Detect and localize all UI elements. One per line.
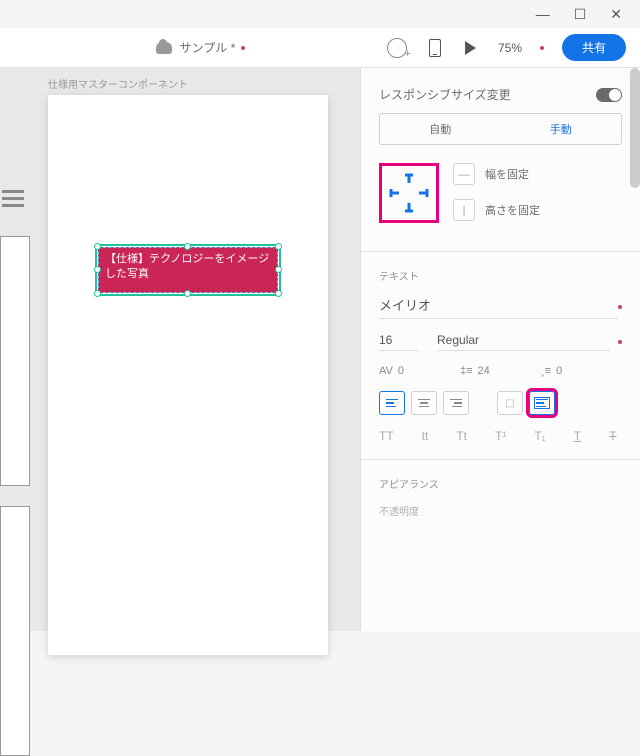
superscript-button[interactable]: T¹ bbox=[495, 429, 506, 443]
appearance-section-title: アピアランス bbox=[379, 476, 622, 491]
selected-element[interactable]: 【仕様】テクノロジーをイメージした写真 bbox=[98, 247, 278, 293]
mobile-preview-icon[interactable] bbox=[429, 39, 441, 57]
canvas-workspace[interactable]: 仕様用マスターコンポーネント 【仕様】テクノロジーをイメージした写真 bbox=[0, 68, 360, 631]
close-button[interactable]: ✕ bbox=[610, 6, 622, 23]
fix-height-button[interactable]: | bbox=[453, 199, 475, 221]
resize-handle-br[interactable] bbox=[275, 290, 282, 297]
share-button[interactable]: 共有 bbox=[562, 34, 626, 61]
resize-handle-ml[interactable] bbox=[94, 266, 101, 273]
fix-width-label: 幅を固定 bbox=[485, 166, 529, 182]
cloud-icon bbox=[156, 42, 172, 54]
artboard-fragment bbox=[0, 236, 30, 486]
override-dot-icon bbox=[618, 340, 622, 344]
responsive-toggle[interactable] bbox=[596, 88, 622, 102]
invite-user-icon[interactable] bbox=[387, 38, 407, 58]
align-right-button[interactable] bbox=[443, 391, 469, 415]
artboard-fragment bbox=[4, 464, 22, 492]
panel-scrollbar[interactable] bbox=[630, 68, 640, 188]
window-titlebar: — ☐ ✕ bbox=[0, 0, 640, 28]
align-center-button[interactable] bbox=[411, 391, 437, 415]
text-area-button[interactable] bbox=[529, 391, 555, 415]
play-icon[interactable] bbox=[465, 41, 476, 55]
subscript-button[interactable]: T₁ bbox=[534, 429, 545, 443]
text-point-button[interactable]: ⬚ bbox=[497, 391, 523, 415]
leading-field[interactable]: ‡≡24 bbox=[460, 365, 541, 377]
resize-handle-tc[interactable] bbox=[184, 243, 191, 250]
status-dot-icon bbox=[241, 46, 245, 50]
font-family-field[interactable]: メイリオ bbox=[379, 295, 618, 319]
artboard-fragment bbox=[0, 506, 30, 756]
properties-panel: レスポンシブサイズ変更 自動 手動 — 幅を固定 | 高さを固定 bbox=[360, 68, 640, 631]
mode-auto[interactable]: 自動 bbox=[380, 114, 501, 144]
tracking-icon: AV bbox=[379, 365, 393, 377]
leading-icon: ‡≡ bbox=[460, 365, 473, 377]
responsive-title: レスポンシブサイズ変更 bbox=[379, 86, 511, 103]
constraint-anchors[interactable] bbox=[379, 163, 439, 223]
lowercase-button[interactable]: tt bbox=[422, 429, 429, 443]
zoom-dot-icon bbox=[540, 46, 544, 50]
responsive-mode-segment[interactable]: 自動 手動 bbox=[379, 113, 622, 145]
opacity-label: 不透明度 bbox=[379, 503, 622, 518]
resize-handle-mr[interactable] bbox=[275, 266, 282, 273]
font-weight-field[interactable]: Regular bbox=[437, 333, 610, 351]
strikethrough-button[interactable]: T bbox=[609, 429, 616, 443]
element-text: 【仕様】テクノロジーをイメージした写真 bbox=[99, 248, 277, 287]
artboard[interactable]: 【仕様】テクノロジーをイメージした写真 bbox=[48, 95, 328, 655]
fix-width-button[interactable]: — bbox=[453, 163, 475, 185]
minimize-button[interactable]: — bbox=[536, 6, 550, 22]
uppercase-button[interactable]: TT bbox=[379, 429, 394, 443]
text-section-title: テキスト bbox=[379, 268, 622, 283]
paragraph-icon: ¸≡ bbox=[541, 365, 551, 377]
font-size-field[interactable]: 16 bbox=[379, 333, 419, 351]
zoom-level[interactable]: 75% bbox=[498, 41, 522, 55]
mode-manual[interactable]: 手動 bbox=[501, 114, 622, 144]
resize-handle-bc[interactable] bbox=[184, 290, 191, 297]
paragraph-spacing-field[interactable]: ¸≡0 bbox=[541, 365, 622, 377]
titlecase-button[interactable]: Tt bbox=[456, 429, 467, 443]
hamburger-icon bbox=[2, 186, 24, 211]
text-point-icon: ⬚ bbox=[505, 398, 514, 409]
resize-handle-tl[interactable] bbox=[94, 243, 101, 250]
adjacent-artboard-edge bbox=[0, 136, 30, 631]
underline-button[interactable]: T bbox=[574, 429, 581, 443]
artboard-label[interactable]: 仕様用マスターコンポーネント bbox=[48, 76, 328, 91]
document-title[interactable]: サンプル * bbox=[180, 39, 236, 56]
fix-height-label: 高さを固定 bbox=[485, 202, 540, 218]
selected-shape[interactable]: 【仕様】テクノロジーをイメージした写真 bbox=[98, 247, 278, 293]
align-left-button[interactable] bbox=[379, 391, 405, 415]
resize-handle-tr[interactable] bbox=[275, 243, 282, 250]
tracking-field[interactable]: AV0 bbox=[379, 365, 460, 377]
app-toolbar: サンプル * 75% 共有 bbox=[0, 28, 640, 68]
resize-handle-bl[interactable] bbox=[94, 290, 101, 297]
maximize-button[interactable]: ☐ bbox=[574, 6, 587, 23]
anchor-icon bbox=[388, 172, 430, 214]
override-dot-icon bbox=[618, 305, 622, 309]
